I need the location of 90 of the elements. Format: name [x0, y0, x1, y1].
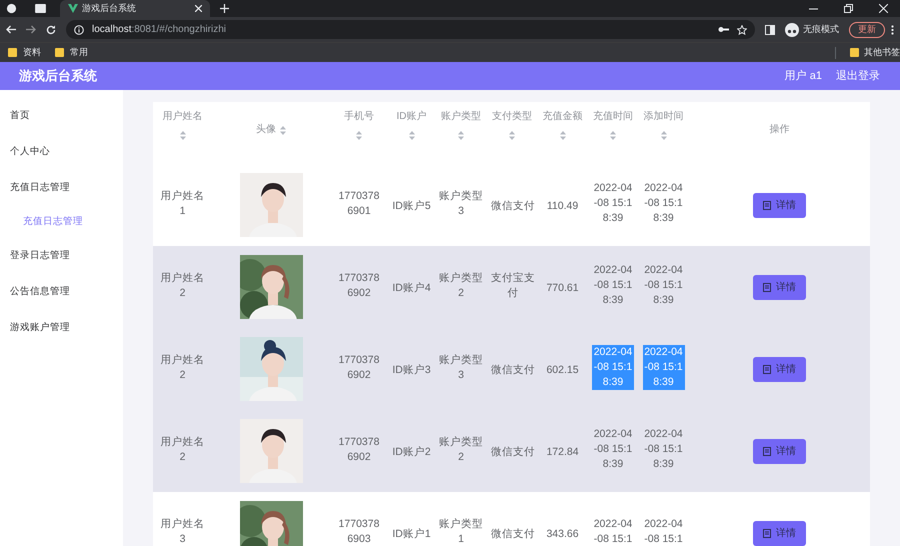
table-cell: 用户姓名2	[160, 352, 204, 382]
table-cell-text: 17703786902	[338, 352, 380, 382]
table-cell: 用户姓名1	[160, 188, 204, 218]
table-cell-text: 2022-04-08 15:18:39	[592, 263, 634, 308]
table-cell: 账户类型2	[439, 434, 483, 464]
url-text: localhost:8081/#/chongzhirizhi	[92, 23, 226, 37]
user-label: 用户 a1	[784, 68, 822, 84]
bookmark-folder[interactable]: 其他书签	[850, 46, 900, 60]
table-cell-text: 2022-04-08 15:18:39	[592, 427, 634, 472]
column-header: ID账户	[396, 110, 426, 124]
app-title: 游戏后台系统	[19, 67, 97, 86]
column-header: 手机号	[344, 110, 374, 124]
table-cell-text: 2022-04-08 15:18:39	[643, 263, 684, 308]
column-header: 充值时间	[593, 110, 633, 124]
table-cell-text: 2022-04-08 15:18:39	[643, 181, 684, 226]
column-header: 头像	[256, 123, 276, 137]
table-cell: ID账户3	[392, 363, 431, 378]
side-panel-icon[interactable]	[765, 24, 775, 34]
table-cell: 602.15	[546, 363, 579, 378]
forward-icon[interactable]	[26, 25, 36, 34]
new-tab-icon[interactable]	[220, 4, 229, 13]
table-cell: 微信支付	[491, 445, 535, 460]
table-cell: 账户类型1	[439, 516, 483, 546]
column-header: 支付类型	[492, 110, 532, 124]
table-cell: 微信支付	[491, 527, 535, 542]
table-cell: 2022-04-08 15:18:39	[642, 345, 684, 390]
table-cell: ID账户4	[392, 281, 431, 296]
table-cell-text: 17703786902	[338, 270, 380, 300]
column-header: 添加时间	[644, 110, 684, 124]
table-cell: 账户类型3	[439, 352, 483, 382]
menu-item[interactable]: 游戏账户管理	[0, 310, 123, 346]
table-cell: ID账户2	[392, 445, 431, 460]
incognito-badge[interactable]: 无痕模式	[785, 22, 839, 36]
menu-item[interactable]: 公告信息管理	[0, 274, 123, 310]
table-cell: 770.61	[546, 281, 579, 296]
table-cell: 支付宝支付	[491, 270, 535, 300]
table-cell: ID账户1	[392, 527, 431, 542]
table-cell: 微信支付	[491, 199, 535, 214]
v-logo-icon	[68, 4, 78, 13]
restore-icon[interactable]	[844, 4, 853, 13]
table-cell-text: 2022-04-08 15:18:39	[592, 181, 634, 226]
document-icon	[763, 364, 771, 374]
logout-link[interactable]: 退出登录	[836, 68, 880, 84]
key-icon[interactable]	[718, 26, 729, 33]
table-cell-text: 2022-04-08 15:1	[643, 516, 684, 546]
menu-item[interactable]: 首页	[0, 98, 123, 134]
table-cell-text: 2022-04-08 15:18:39	[643, 427, 684, 472]
table-cell: 343.66	[546, 527, 579, 542]
document-icon	[763, 446, 771, 456]
folder-icon	[55, 48, 64, 57]
column-header: 账户类型	[441, 110, 481, 124]
table-cell: 用户姓名3	[160, 516, 204, 546]
submenu-item[interactable]: 充值日志管理	[0, 206, 123, 238]
table-cell-text: 17703786901	[338, 188, 380, 218]
menu-item[interactable]: 登录日志管理	[0, 238, 123, 274]
info-icon	[74, 24, 84, 34]
folder-icon	[850, 48, 859, 57]
update-button[interactable]: 更新	[849, 22, 885, 38]
table-cell-text: 17703786902	[338, 434, 380, 464]
table-cell: 172.84	[546, 445, 579, 460]
address-field[interactable]: localhost:8081/#/chongzhirizhi	[66, 20, 755, 39]
table-cell-text: 2022-04-08 15:1	[592, 516, 634, 546]
table-cell-text: 17703786903	[338, 516, 380, 546]
close-window-icon[interactable]	[879, 4, 888, 13]
incognito-icon	[785, 22, 799, 36]
menu-item[interactable]: 个人中心	[0, 134, 123, 170]
column-header: 操作	[770, 123, 790, 137]
document-icon	[763, 528, 771, 538]
table-cell: 账户类型2	[439, 270, 483, 300]
column-header: 充值金额	[542, 110, 582, 124]
more-icon[interactable]	[891, 24, 894, 34]
browser-tab[interactable]: 游戏后台系统	[60, 0, 210, 17]
table-cell: 微信支付	[491, 363, 535, 378]
bookmark-folder[interactable]: 资料	[8, 46, 41, 60]
document-icon	[763, 200, 771, 210]
table-cell: ID账户5	[392, 199, 431, 214]
table-cell: 110.49	[546, 199, 578, 214]
close-icon[interactable]	[195, 5, 202, 12]
table-cell: 账户类型3	[439, 188, 483, 218]
column-header: 用户姓名	[162, 110, 202, 124]
document-icon	[763, 282, 771, 292]
menu-item[interactable]: 充值日志管理	[0, 170, 123, 206]
table-cell: 用户姓名2	[160, 270, 204, 300]
back-icon[interactable]	[6, 25, 16, 34]
bookmark-folder[interactable]: 常用	[55, 46, 88, 60]
table-cell: 2022-04-08 15:18:39	[592, 345, 634, 390]
folder-icon	[8, 48, 17, 57]
reload-icon[interactable]	[46, 24, 56, 34]
table-cell: 用户姓名2	[160, 434, 204, 464]
star-icon[interactable]	[737, 24, 747, 34]
